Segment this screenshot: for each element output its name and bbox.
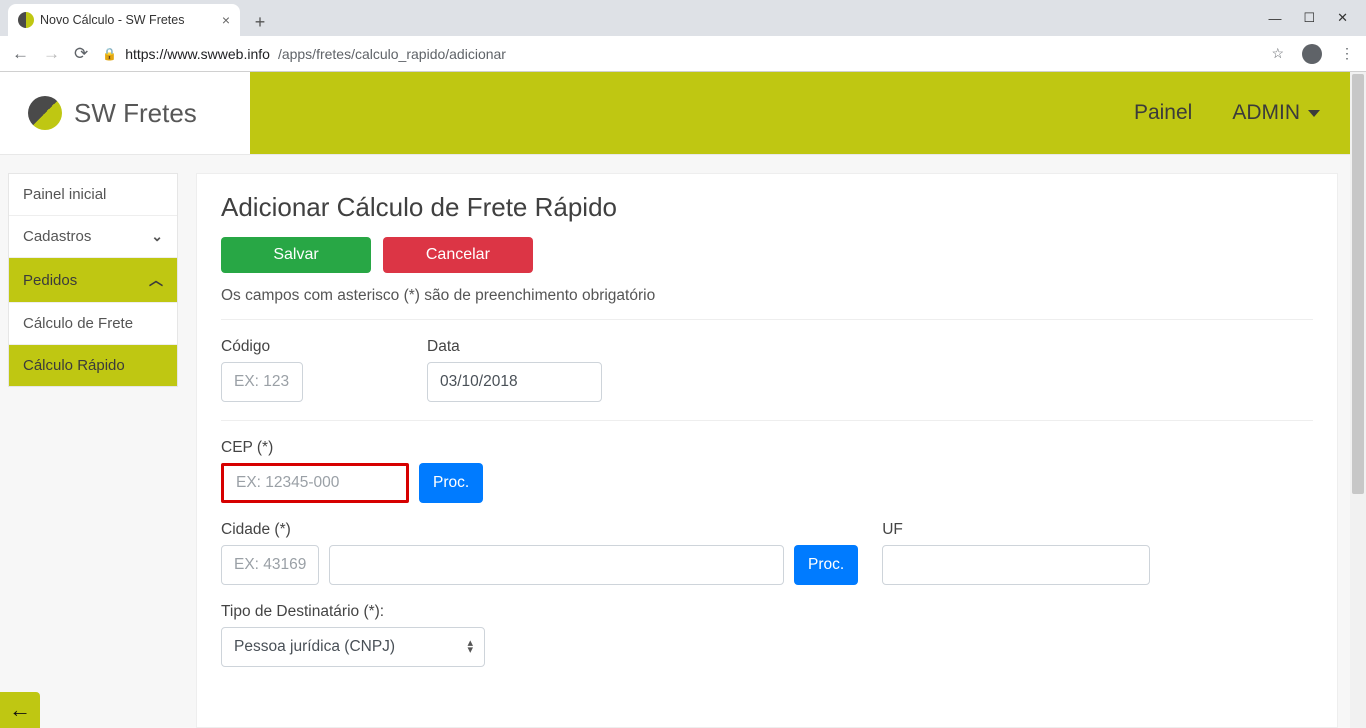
back-chip-button[interactable]: ← <box>0 692 40 728</box>
profile-icon[interactable] <box>1302 44 1322 64</box>
chevron-up-icon: ︿ <box>149 270 163 290</box>
page-title: Adicionar Cálculo de Frete Rápido <box>221 192 1313 223</box>
header-banner: Painel ADMIN <box>250 72 1366 154</box>
sidebar-item-label: Painel inicial <box>23 186 106 203</box>
window-controls: — ☐ ✕ <box>1268 0 1366 36</box>
sidebar-item-label: Pedidos <box>23 272 77 289</box>
required-hint: Os campos com asterisco (*) são de preen… <box>221 287 1313 305</box>
codigo-label: Código <box>221 338 303 356</box>
close-tab-icon[interactable]: × <box>222 12 230 28</box>
nav-admin-label: ADMIN <box>1232 101 1300 125</box>
app-header: SW Fretes Painel ADMIN <box>0 72 1366 155</box>
brand-block[interactable]: SW Fretes <box>0 72 250 154</box>
minimize-icon[interactable]: — <box>1268 11 1281 26</box>
sidebar-item-cadastros[interactable]: Cadastros ⌄ <box>9 216 177 258</box>
cidade-proc-button[interactable]: Proc. <box>794 545 858 585</box>
scrollbar-thumb[interactable] <box>1352 74 1364 494</box>
chevron-down-icon: ⌄ <box>151 228 163 245</box>
maximize-icon[interactable]: ☐ <box>1303 10 1315 26</box>
sidebar-item-label: Cadastros <box>23 228 91 245</box>
cep-proc-button[interactable]: Proc. <box>419 463 483 503</box>
url-host: https://www.swweb.info <box>125 46 270 62</box>
sidebar-item-calculo-frete[interactable]: Cálculo de Frete <box>9 303 177 345</box>
select-caret-icon: ▴▾ <box>467 640 473 654</box>
divider <box>221 319 1313 320</box>
codigo-input[interactable] <box>221 362 303 402</box>
uf-label: UF <box>882 521 1150 539</box>
sidebar-item-pedidos[interactable]: Pedidos ︿ <box>9 258 177 303</box>
data-label: Data <box>427 338 602 356</box>
arrow-left-icon: ← <box>9 697 31 723</box>
divider <box>221 420 1313 421</box>
cidade-id-input[interactable] <box>221 545 319 585</box>
scrollbar-track[interactable] <box>1350 72 1366 728</box>
tipo-destinatario-select[interactable]: Pessoa jurídica (CNPJ) <box>221 627 485 667</box>
uf-input[interactable] <box>882 545 1150 585</box>
cancel-button[interactable]: Cancelar <box>383 237 533 273</box>
data-input[interactable] <box>427 362 602 402</box>
cidade-nome-input[interactable] <box>329 545 784 585</box>
forward-icon[interactable]: → <box>43 44 60 64</box>
lock-icon: 🔒 <box>102 47 117 61</box>
reload-icon[interactable]: ⟳ <box>74 44 88 64</box>
main-content: Adicionar Cálculo de Frete Rápido Salvar… <box>196 173 1338 728</box>
browser-tab-strip: Novo Cálculo - SW Fretes × + — ☐ ✕ <box>0 0 1366 36</box>
save-button[interactable]: Salvar <box>221 237 371 273</box>
sidebar-item-label: Cálculo de Frete <box>23 315 133 332</box>
cep-input[interactable] <box>221 463 409 503</box>
cidade-label: Cidade (*) <box>221 521 858 539</box>
brand-name: SW Fretes <box>74 98 197 129</box>
favicon-icon <box>18 12 34 28</box>
nav-painel[interactable]: Painel <box>1134 101 1192 125</box>
browser-toolbar: ← → ⟳ 🔒 https://www.swweb.info/apps/fret… <box>0 36 1366 72</box>
kebab-menu-icon[interactable]: ⋮ <box>1340 45 1354 62</box>
star-icon[interactable]: ☆ <box>1271 45 1284 62</box>
browser-tab[interactable]: Novo Cálculo - SW Fretes × <box>8 4 240 36</box>
sidebar-item-painel-inicial[interactable]: Painel inicial <box>9 174 177 216</box>
new-tab-button[interactable]: + <box>246 8 274 36</box>
sidebar-item-label: Cálculo Rápido <box>23 357 125 374</box>
back-icon[interactable]: ← <box>12 44 29 64</box>
close-window-icon[interactable]: ✕ <box>1337 10 1348 26</box>
caret-down-icon <box>1308 110 1320 117</box>
sidebar: Painel inicial Cadastros ⌄ Pedidos ︿ Cál… <box>8 173 178 387</box>
tab-title: Novo Cálculo - SW Fretes <box>40 13 184 27</box>
nav-admin-dropdown[interactable]: ADMIN <box>1232 101 1320 125</box>
url-path: /apps/fretes/calculo_rapido/adicionar <box>278 46 506 62</box>
address-bar[interactable]: 🔒 https://www.swweb.info/apps/fretes/cal… <box>102 46 506 62</box>
cep-label: CEP (*) <box>221 439 483 457</box>
tipo-destinatario-label: Tipo de Destinatário (*): <box>221 603 485 621</box>
sidebar-item-calculo-rapido[interactable]: Cálculo Rápido <box>9 345 177 386</box>
brand-logo-icon <box>28 96 62 130</box>
